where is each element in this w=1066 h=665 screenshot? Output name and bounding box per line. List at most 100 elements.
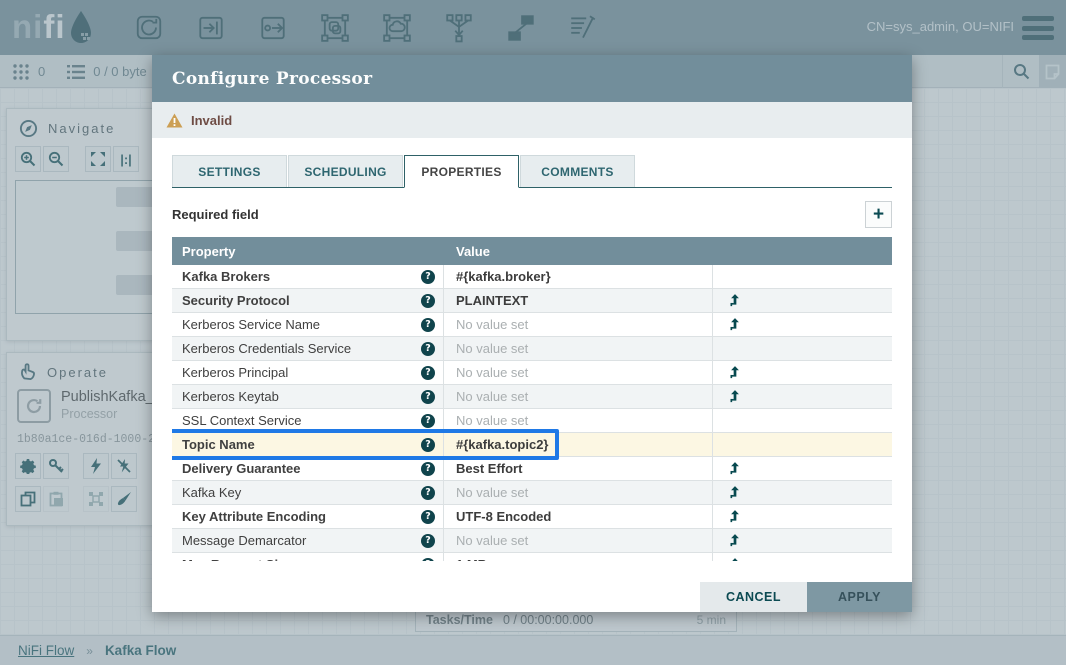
action-cell [713,385,892,408]
value-cell[interactable]: UTF-8 Encoded [444,505,713,528]
help-icon[interactable]: ? [421,510,435,524]
validation-status-text: Invalid [191,113,232,128]
table-row[interactable]: Delivery Guarantee ? Best Effort [172,457,892,481]
goto-icon[interactable] [729,558,741,561]
property-name: Kerberos Service Name [182,317,320,332]
goto-icon[interactable] [729,510,741,523]
cancel-button[interactable]: CANCEL [700,582,807,612]
property-name: SSL Context Service [182,413,301,428]
help-icon[interactable]: ? [421,462,435,476]
property-value: PLAINTEXT [456,293,528,308]
property-cell: Kafka Brokers ? [172,265,444,288]
help-icon[interactable]: ? [421,270,435,284]
property-value: No value set [456,365,528,380]
help-icon[interactable]: ? [421,414,435,428]
help-icon[interactable]: ? [421,438,435,452]
property-name: Kafka Brokers [182,269,270,284]
action-cell [713,265,892,288]
column-header-value: Value [444,244,713,259]
required-field-label: Required field [172,207,259,222]
validation-banner: Invalid [152,102,912,138]
goto-icon[interactable] [729,486,741,499]
property-value: UTF-8 Encoded [456,509,551,524]
action-cell [713,313,892,336]
table-row[interactable]: Security Protocol ? PLAINTEXT [172,289,892,313]
property-value: No value set [456,317,528,332]
value-cell[interactable]: #{kafka.broker} [444,265,713,288]
table-row[interactable]: Message Demarcator ? No value set [172,529,892,553]
help-icon[interactable]: ? [421,558,435,562]
configure-processor-dialog: Configure Processor Invalid SETTINGSSCHE… [152,55,912,612]
table-row[interactable]: SSL Context Service ? No value set [172,409,892,433]
table-row[interactable]: Key Attribute Encoding ? UTF-8 Encoded [172,505,892,529]
property-cell: Kafka Key ? [172,481,444,504]
apply-button[interactable]: APPLY [807,582,912,612]
properties-table: Property Value Kafka Brokers ? #{kafka.b… [172,237,892,561]
help-icon[interactable]: ? [421,390,435,404]
table-row[interactable]: Kerberos Keytab ? No value set [172,385,892,409]
property-value: #{kafka.topic2} [456,437,549,452]
action-cell [713,337,892,360]
value-cell[interactable]: No value set [444,337,713,360]
value-cell[interactable]: No value set [444,481,713,504]
property-cell: Security Protocol ? [172,289,444,312]
property-cell: Topic Name ? [172,433,444,456]
value-cell[interactable]: PLAINTEXT [444,289,713,312]
table-row[interactable]: Topic Name ? #{kafka.topic2} [172,433,892,457]
table-row[interactable]: Kafka Key ? No value set [172,481,892,505]
goto-icon[interactable] [729,390,741,403]
property-value: No value set [456,341,528,356]
property-name: Key Attribute Encoding [182,509,326,524]
help-icon[interactable]: ? [421,486,435,500]
help-icon[interactable]: ? [421,366,435,380]
property-value: No value set [456,485,528,500]
help-icon[interactable]: ? [421,342,435,356]
goto-icon[interactable] [729,462,741,475]
value-cell[interactable]: No value set [444,529,713,552]
column-header-property: Property [172,244,444,259]
new-property-button[interactable]: + [865,201,892,228]
dialog-tab[interactable]: SCHEDULING [288,155,403,187]
table-row[interactable]: Kerberos Principal ? No value set [172,361,892,385]
table-row[interactable]: Kerberos Credentials Service ? No value … [172,337,892,361]
property-cell: Max Request Size ? [172,553,444,561]
value-cell[interactable]: No value set [444,313,713,336]
property-value: No value set [456,413,528,428]
dialog-tab[interactable]: PROPERTIES [404,155,519,188]
action-cell [713,433,892,456]
property-name: Max Request Size [182,557,292,561]
table-header: Property Value [172,237,892,265]
property-cell: Kerberos Principal ? [172,361,444,384]
goto-icon[interactable] [729,534,741,547]
property-name: Kerberos Keytab [182,389,279,404]
property-value: No value set [456,533,528,548]
goto-icon[interactable] [729,318,741,331]
property-cell: SSL Context Service ? [172,409,444,432]
value-cell[interactable]: No value set [444,385,713,408]
value-cell[interactable]: Best Effort [444,457,713,480]
value-cell[interactable]: No value set [444,409,713,432]
dialog-tabs: SETTINGSSCHEDULINGPROPERTIESCOMMENTS [172,155,892,188]
property-name: Kerberos Credentials Service [182,341,351,356]
property-name: Delivery Guarantee [182,461,301,476]
table-row[interactable]: Max Request Size ? 1 MB [172,553,892,561]
value-cell[interactable]: #{kafka.topic2} [444,433,713,456]
property-value: #{kafka.broker} [456,269,551,284]
property-name: Message Demarcator [182,533,306,548]
property-cell: Kerberos Service Name ? [172,313,444,336]
property-name: Kerberos Principal [182,365,288,380]
goto-icon[interactable] [729,366,741,379]
help-icon[interactable]: ? [421,534,435,548]
value-cell[interactable]: 1 MB [444,553,713,561]
dialog-tab[interactable]: COMMENTS [520,155,635,187]
dialog-tab[interactable]: SETTINGS [172,155,287,187]
goto-icon[interactable] [729,294,741,307]
value-cell[interactable]: No value set [444,361,713,384]
help-icon[interactable]: ? [421,318,435,332]
help-icon[interactable]: ? [421,294,435,308]
table-row[interactable]: Kafka Brokers ? #{kafka.broker} [172,265,892,289]
action-cell [713,529,892,552]
table-row[interactable]: Kerberos Service Name ? No value set [172,313,892,337]
property-rows: Kafka Brokers ? #{kafka.broker} Security… [172,265,892,561]
property-name: Topic Name [182,437,255,452]
